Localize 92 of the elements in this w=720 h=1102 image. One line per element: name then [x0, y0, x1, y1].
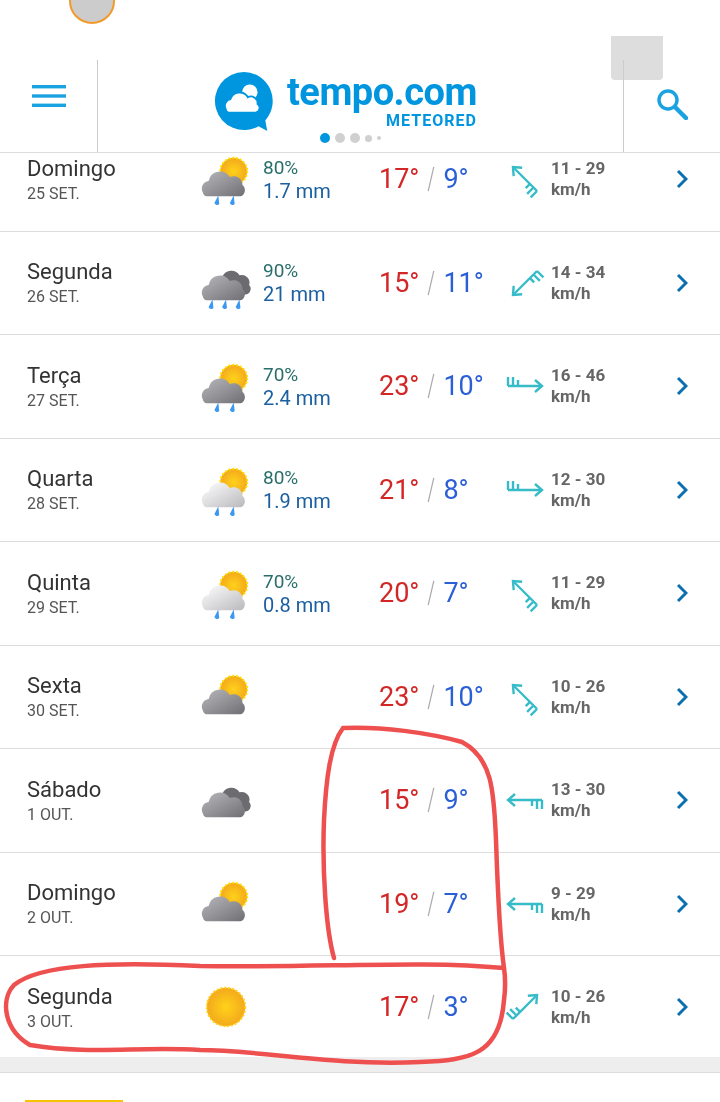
- date-label: 27 SET.: [27, 390, 81, 410]
- slash-icon: [426, 993, 437, 1022]
- chevron-icon[interactable]: [676, 169, 688, 190]
- low-temperature: 7°: [443, 887, 469, 920]
- low-temperature: 10°: [443, 680, 484, 713]
- wind-unit: km/h: [551, 696, 592, 718]
- day-name: Segunda: [27, 983, 114, 1009]
- low-temperature: 10°: [443, 370, 484, 403]
- date-label: 2 OUT.: [27, 908, 75, 928]
- high-temperature: 15°: [379, 266, 420, 299]
- day-name: Domingo: [27, 155, 117, 181]
- chevron-icon[interactable]: [676, 997, 688, 1018]
- wind-speed: 11 - 29: [551, 572, 607, 594]
- date-label: 25 SET.: [27, 183, 81, 203]
- rain-amount: 0.8 mm: [263, 592, 332, 617]
- low-temperature: 11°: [443, 266, 484, 299]
- rain-chance: 80%: [263, 155, 300, 179]
- low-temperature: 3°: [443, 991, 469, 1024]
- wind-speed: 13 - 30: [551, 779, 607, 801]
- wind-speed: 10 - 26: [551, 986, 607, 1008]
- page-dot[interactable]: [320, 133, 330, 143]
- date-label: 29 SET.: [27, 597, 81, 617]
- day-name: Segunda: [27, 259, 114, 285]
- logo-text: tempo.com: [287, 73, 477, 111]
- high-temperature: 23°: [379, 370, 420, 403]
- cloud-sun-logo-icon: [213, 70, 275, 132]
- chevron-icon[interactable]: [676, 272, 688, 293]
- wind-speed: 16 - 46: [551, 365, 607, 387]
- chevron-icon[interactable]: [676, 583, 688, 604]
- page-dot[interactable]: [350, 133, 360, 143]
- rain-chance: 70%: [263, 569, 300, 593]
- wind-unit: km/h: [551, 282, 592, 304]
- high-temperature: 17°: [379, 991, 420, 1024]
- low-temperature: 9°: [443, 163, 469, 196]
- high-temperature: 15°: [379, 784, 420, 817]
- high-temperature: 19°: [379, 887, 420, 920]
- rain-amount: 1.7 mm: [263, 178, 332, 203]
- rain-chance: 70%: [263, 362, 300, 386]
- rain-amount: 21 mm: [263, 282, 327, 307]
- page-dot[interactable]: [377, 136, 381, 140]
- wind-speed: 11 - 29: [551, 158, 607, 180]
- day-name: Domingo: [27, 880, 117, 906]
- slash-icon: [426, 372, 437, 401]
- page-dot[interactable]: [335, 133, 345, 143]
- high-temperature: 20°: [379, 577, 420, 610]
- date-label: 26 SET.: [27, 287, 81, 307]
- day-name: Quinta: [27, 569, 92, 595]
- high-temperature: 21°: [379, 473, 420, 506]
- chevron-icon[interactable]: [676, 790, 688, 811]
- rain-chance: 90%: [263, 259, 300, 283]
- wind-unit: km/h: [551, 386, 592, 408]
- wind-speed: 10 - 26: [551, 675, 607, 697]
- rain-amount: 2.4 mm: [263, 385, 332, 410]
- high-temperature: 17°: [379, 163, 420, 196]
- chevron-icon[interactable]: [676, 893, 688, 914]
- rain-amount: 1.9 mm: [263, 489, 332, 514]
- slash-icon: [426, 889, 437, 918]
- wind-unit: km/h: [551, 903, 592, 925]
- page-dot[interactable]: [365, 134, 372, 142]
- wind-speed: 9 - 29: [551, 882, 597, 904]
- slash-icon: [426, 165, 437, 194]
- slash-icon: [426, 579, 437, 608]
- chevron-icon[interactable]: [676, 479, 688, 500]
- chevron-icon[interactable]: [676, 376, 688, 397]
- slash-icon: [426, 475, 437, 504]
- high-temperature: 23°: [379, 680, 420, 713]
- chevron-icon[interactable]: [676, 686, 688, 707]
- wind-unit: km/h: [551, 800, 592, 822]
- low-temperature: 9°: [443, 784, 469, 817]
- slash-icon: [426, 268, 437, 297]
- day-name: Sábado: [27, 776, 103, 802]
- slash-icon: [426, 786, 437, 815]
- date-label: 1 OUT.: [27, 804, 75, 824]
- search-icon[interactable]: [656, 88, 688, 120]
- slash-icon: [426, 682, 437, 711]
- rain-chance: 80%: [263, 466, 300, 490]
- wind-speed: 12 - 30: [551, 468, 607, 490]
- wind-speed: 14 - 34: [551, 261, 607, 283]
- low-temperature: 8°: [443, 473, 469, 506]
- day-name: Sexta: [27, 673, 83, 699]
- wind-unit: km/h: [551, 179, 592, 201]
- day-name: Terça: [27, 362, 83, 388]
- wind-unit: km/h: [551, 1007, 592, 1029]
- logo-subtext: METEORED: [386, 113, 477, 129]
- day-name: Quarta: [27, 466, 95, 492]
- wind-unit: km/h: [551, 489, 592, 511]
- low-temperature: 7°: [443, 577, 469, 610]
- menu-icon[interactable]: [32, 84, 66, 108]
- date-label: 3 OUT.: [27, 1011, 75, 1031]
- date-label: 30 SET.: [27, 701, 81, 721]
- date-label: 28 SET.: [27, 494, 81, 514]
- wind-unit: km/h: [551, 593, 592, 615]
